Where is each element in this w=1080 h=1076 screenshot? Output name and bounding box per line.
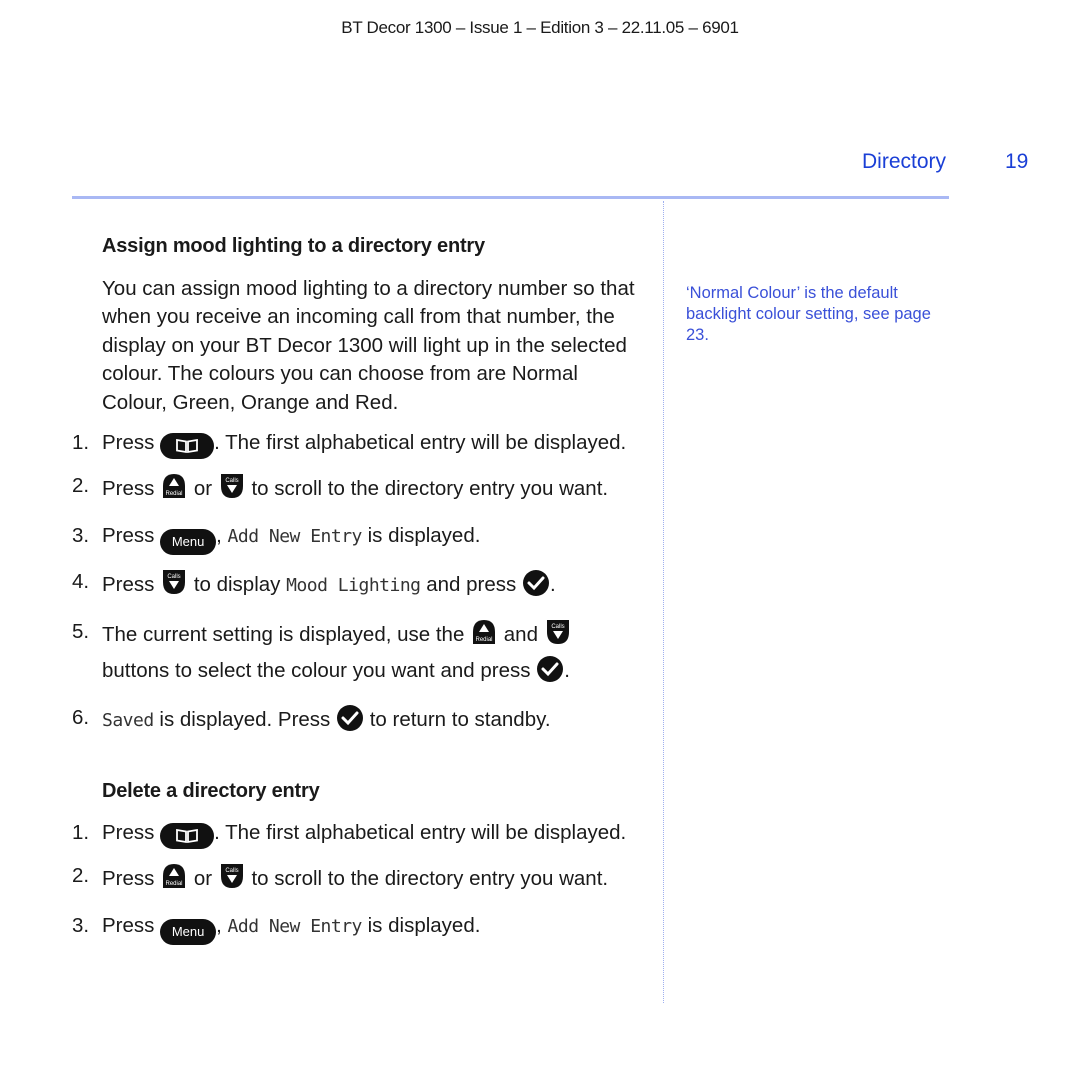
calls-down-key-icon: Calls [544,618,572,655]
delete-section: Delete a directory entry 1. Press . The … [72,777,642,945]
step-item: 1. Press . The first alphabetical entry … [72,429,642,459]
step-item: 6. Saved is displayed. Press to return t… [72,704,642,741]
step-item: 4. Press Calls to display Mood Lighting … [72,568,642,606]
lcd-text: Mood Lighting [286,574,421,596]
calls-down-key-icon: Calls [160,568,188,605]
directory-book-key-icon [160,823,215,849]
document-header: BT Decor 1300 – Issue 1 – Edition 3 – 22… [341,18,739,37]
menu-key-icon: Menu [160,918,217,945]
step-item: 2. Press Redial or Calls to scroll to th… [72,472,642,509]
column-divider [663,201,664,1003]
svg-text:Redial: Redial [166,491,183,497]
assign-heading: Assign mood lighting to a directory entr… [102,235,485,257]
lcd-text: Saved [102,710,154,731]
assign-steps: 1. Press . The first alphabetical entry … [72,429,642,741]
header-rule [72,196,949,199]
svg-text:Calls: Calls [225,478,238,484]
step-item: 3. Press Menu, Add New Entry is displaye… [72,912,642,945]
section-title: Directory [862,150,947,173]
svg-text:Redial: Redial [476,637,493,643]
delete-steps: 1. Press . The first alphabetical entry … [72,819,642,945]
calls-down-key-icon: Calls [218,472,246,509]
redial-up-key-icon: Redial [160,862,188,899]
redial-up-key-icon: Redial [470,618,498,655]
lcd-text: Add New Entry [227,915,363,937]
ok-check-key-icon [336,704,364,741]
sidebar-note: ‘Normal Colour’ is the default backlight… [686,284,931,344]
calls-down-key-icon: Calls [218,862,246,899]
redial-up-key-icon: Redial [160,472,188,509]
directory-book-key-icon [160,433,215,459]
assign-intro: You can assign mood lighting to a direct… [102,276,635,414]
svg-text:Calls: Calls [167,574,180,580]
step-item: 2. Press Redial or Calls to scroll to th… [72,862,642,899]
step-item: 5. The current setting is displayed, use… [72,618,642,691]
main-column: Assign mood lighting to a directory entr… [72,232,642,958]
ok-check-key-icon [522,569,550,606]
svg-text:Calls: Calls [225,868,238,874]
svg-text:Calls: Calls [551,624,564,630]
menu-key-icon: Menu [160,528,217,555]
step-item: 1. Press . The first alphabetical entry … [72,819,642,849]
delete-heading: Delete a directory entry [102,779,320,802]
ok-check-key-icon [536,655,564,692]
svg-text:Redial: Redial [166,881,183,887]
step-item: 3. Press Menu, Add New Entry is displaye… [72,522,642,555]
page-number: 19 [1005,150,1029,173]
lcd-text: Add New Entry [227,525,363,547]
